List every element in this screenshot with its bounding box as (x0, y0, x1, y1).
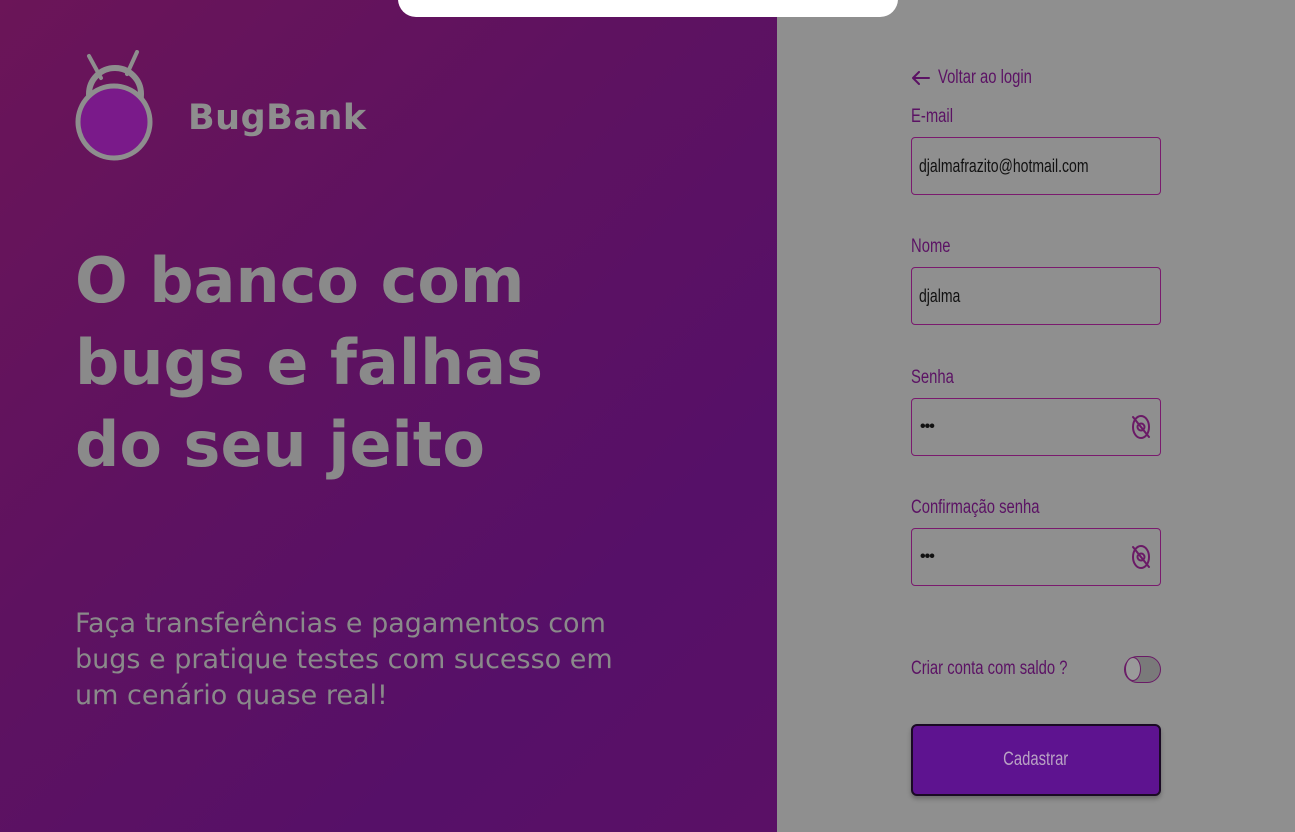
back-to-login-link[interactable]: Voltar ao login (912, 66, 1058, 90)
email-input[interactable] (919, 138, 1130, 194)
name-field[interactable] (911, 267, 1161, 325)
hero-headline: O banco com bugs e falhas do seu jeito (75, 240, 635, 486)
hero-panel: BugBank O banco com bugs e falhas do seu… (0, 0, 777, 832)
eye-off-icon[interactable] (1130, 413, 1152, 441)
bug-logo-icon (75, 50, 153, 161)
name-label: Nome (911, 236, 951, 257)
balance-toggle[interactable] (1124, 656, 1161, 683)
register-button-label: Cadastrar (1003, 749, 1069, 770)
email-label: E-mail (911, 106, 953, 127)
name-input[interactable] (919, 268, 1130, 324)
password-value: ••• (920, 418, 935, 435)
hero-subtext: Faça transferências e pagamentos com bug… (75, 606, 635, 714)
password-field[interactable]: ••• (911, 398, 1161, 456)
brand-logo: BugBank (75, 50, 375, 162)
top-tab (398, 0, 898, 17)
headline-line: bugs e falhas (75, 326, 543, 399)
subtext-line: um cenário quase real! (75, 680, 388, 711)
brand-name: BugBank (188, 98, 367, 138)
headline-line: O banco com (75, 244, 525, 317)
email-field[interactable] (911, 137, 1161, 195)
subtext-line: bugs e pratique testes com sucesso em (75, 644, 613, 675)
password-confirm-field[interactable]: ••• (911, 528, 1161, 586)
toggle-knob (1125, 657, 1141, 681)
password-confirm-value: ••• (920, 548, 935, 565)
headline-line: do seu jeito (75, 408, 486, 481)
register-button[interactable]: Cadastrar (911, 724, 1161, 796)
password-label: Senha (911, 367, 954, 388)
back-link-label: Voltar ao login (938, 67, 1032, 88)
password-confirm-label: Confirmação senha (911, 497, 1040, 518)
arrow-left-icon (912, 71, 930, 85)
subtext-line: Faça transferências e pagamentos com (75, 608, 606, 639)
balance-toggle-label: Criar conta com saldo ? (911, 658, 1068, 679)
eye-off-icon[interactable] (1130, 543, 1152, 571)
